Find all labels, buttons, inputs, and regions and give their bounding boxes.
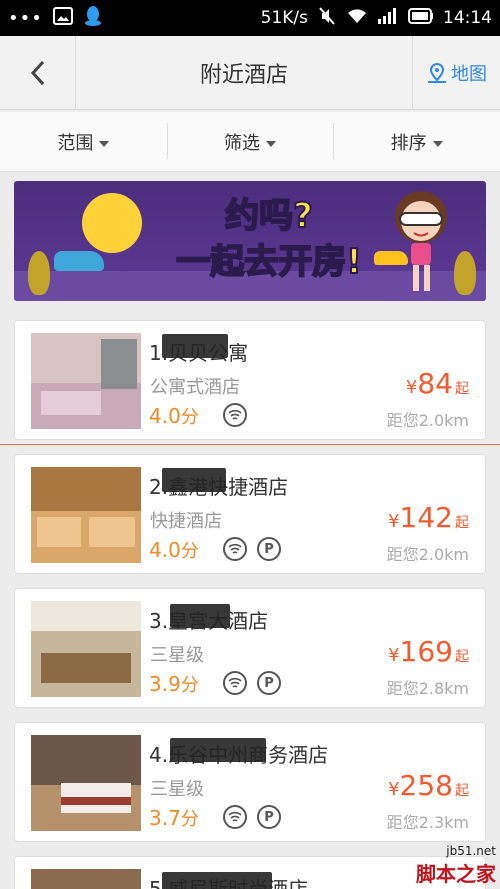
price-symbol: ¥ (388, 645, 400, 666)
status-bar: ••• 51K/s 14:14 (0, 0, 500, 36)
hotel-price: ¥142 起 (388, 501, 469, 534)
hotel-photo (31, 333, 141, 429)
price-value: 169 (399, 635, 453, 668)
wifi-icon (223, 537, 247, 561)
watermark: jb51.net 脚本之家 (416, 844, 496, 887)
price-suffix: 起 (455, 649, 469, 665)
parking-icon: P (257, 671, 281, 695)
filter-screen-label: 筛选 (224, 132, 260, 154)
caret-down-icon (432, 140, 443, 147)
moon-illustration (82, 193, 142, 253)
hotel-type: 三星级 (150, 779, 204, 800)
hotel-score-value: 3.9 (149, 672, 181, 696)
price-symbol: ¥ (405, 377, 418, 398)
amenities (223, 403, 247, 427)
redaction-mark (162, 334, 228, 358)
hotel-photo (31, 735, 141, 831)
price-value: 84 (417, 367, 453, 400)
hotel-price: ¥258 起 (388, 769, 469, 802)
hotel-photo (31, 601, 141, 697)
caret-down-icon (99, 140, 110, 147)
hotel-type: 公寓式酒店 (150, 377, 240, 398)
more-dots-icon: ••• (8, 7, 43, 29)
watermark-site: jb51.net (446, 844, 496, 858)
hotel-type: 快捷酒店 (150, 511, 222, 532)
car-illustration (54, 251, 104, 271)
price-symbol: ¥ (388, 779, 400, 800)
filter-sort[interactable]: 排序 (333, 122, 500, 159)
filter-screen[interactable]: 筛选 (166, 122, 334, 159)
price-symbol: ¥ (388, 511, 400, 532)
price-value: 258 (399, 769, 453, 802)
wifi-icon (223, 671, 247, 695)
back-button[interactable] (0, 35, 76, 110)
hotel-score-unit: 分 (180, 809, 199, 830)
hotel-score: 3.7分 (149, 805, 199, 831)
hotel-score: 3.9分 (149, 671, 199, 697)
price-suffix: 起 (455, 381, 469, 397)
hotel-score: 4.0分 (149, 403, 199, 429)
hotel-type: 三星级 (150, 645, 204, 666)
mute-icon (317, 6, 337, 31)
hotel-card[interactable]: 3.皇宫大酒店 三星级 3.9分 P ¥169起 距您2.8km (14, 588, 486, 708)
tree-illustration (28, 251, 50, 295)
amenities: P (223, 805, 281, 829)
battery-icon (408, 7, 434, 29)
gallery-icon (52, 6, 73, 30)
banner-headline: 约吗? 一起去开房! (159, 193, 379, 285)
network-speed: 51K/s (260, 8, 308, 28)
wifi-icon (223, 403, 247, 427)
hotel-distance: 距您2.3km (386, 813, 469, 832)
parking-icon: P (257, 805, 281, 829)
hotel-distance: 距您2.0km (386, 545, 469, 564)
filter-range-label: 范围 (57, 132, 94, 154)
amenities: P (223, 671, 281, 695)
clock: 14:14 (443, 8, 492, 28)
redaction-mark (170, 604, 230, 628)
price-suffix: 起 (455, 783, 469, 799)
divider-line (0, 444, 500, 445)
amenities: P (223, 537, 281, 561)
filter-range[interactable]: 范围 (0, 129, 167, 155)
banner-line-1: 约吗? (224, 195, 314, 237)
wifi-icon (346, 7, 368, 30)
hotel-score-unit: 分 (180, 541, 199, 562)
hotel-card[interactable]: 2.鑫港快捷酒店 快捷酒店 4.0分 P ¥142起 距您2.0km (14, 454, 486, 574)
hotel-score-unit: 分 (180, 407, 199, 428)
hotel-score-value: 4.0 (149, 538, 181, 562)
filter-sort-label: 排序 (390, 132, 427, 154)
map-button[interactable]: 地图 (412, 35, 500, 110)
banner-line-2: 一起去开房! (175, 241, 363, 283)
hotel-distance: 距您2.0km (386, 411, 469, 430)
signal-icon (377, 7, 399, 30)
hotel-score-value: 3.7 (149, 806, 181, 830)
filter-bar: 范围 筛选 排序 (0, 112, 500, 172)
hotel-photo (31, 467, 141, 563)
redaction-mark (162, 468, 226, 492)
hotel-price: ¥84 起 (406, 367, 469, 400)
wifi-icon (223, 805, 247, 829)
qq-icon (83, 5, 103, 32)
price-value: 142 (399, 501, 453, 534)
hotel-price: ¥169 起 (388, 635, 469, 668)
hotel-card[interactable]: 1.贝贝公寓 公寓式酒店 4.0分 ¥84起 距您2.0km (14, 320, 486, 440)
hotel-distance: 距您2.8km (386, 679, 469, 698)
chevron-left-icon (30, 60, 44, 85)
redaction-mark (170, 738, 266, 762)
map-pin-icon (428, 62, 446, 83)
watermark-name: 脚本之家 (416, 862, 496, 886)
price-suffix: 起 (455, 515, 469, 531)
redaction-mark (162, 872, 272, 889)
promo-banner[interactable]: 约吗? 一起去开房! (14, 181, 486, 301)
hotel-score-value: 4.0 (149, 404, 181, 428)
parking-icon: P (257, 537, 281, 561)
nav-bar: 附近酒店 地图 (0, 35, 500, 110)
page-title: 附近酒店 (199, 62, 288, 88)
hotel-score-unit: 分 (180, 675, 199, 696)
map-label: 地图 (451, 63, 487, 85)
cartoon-girl-illustration (395, 191, 447, 291)
hotel-photo (31, 869, 141, 889)
caret-down-icon (266, 140, 276, 147)
hotel-score: 4.0分 (149, 537, 199, 563)
